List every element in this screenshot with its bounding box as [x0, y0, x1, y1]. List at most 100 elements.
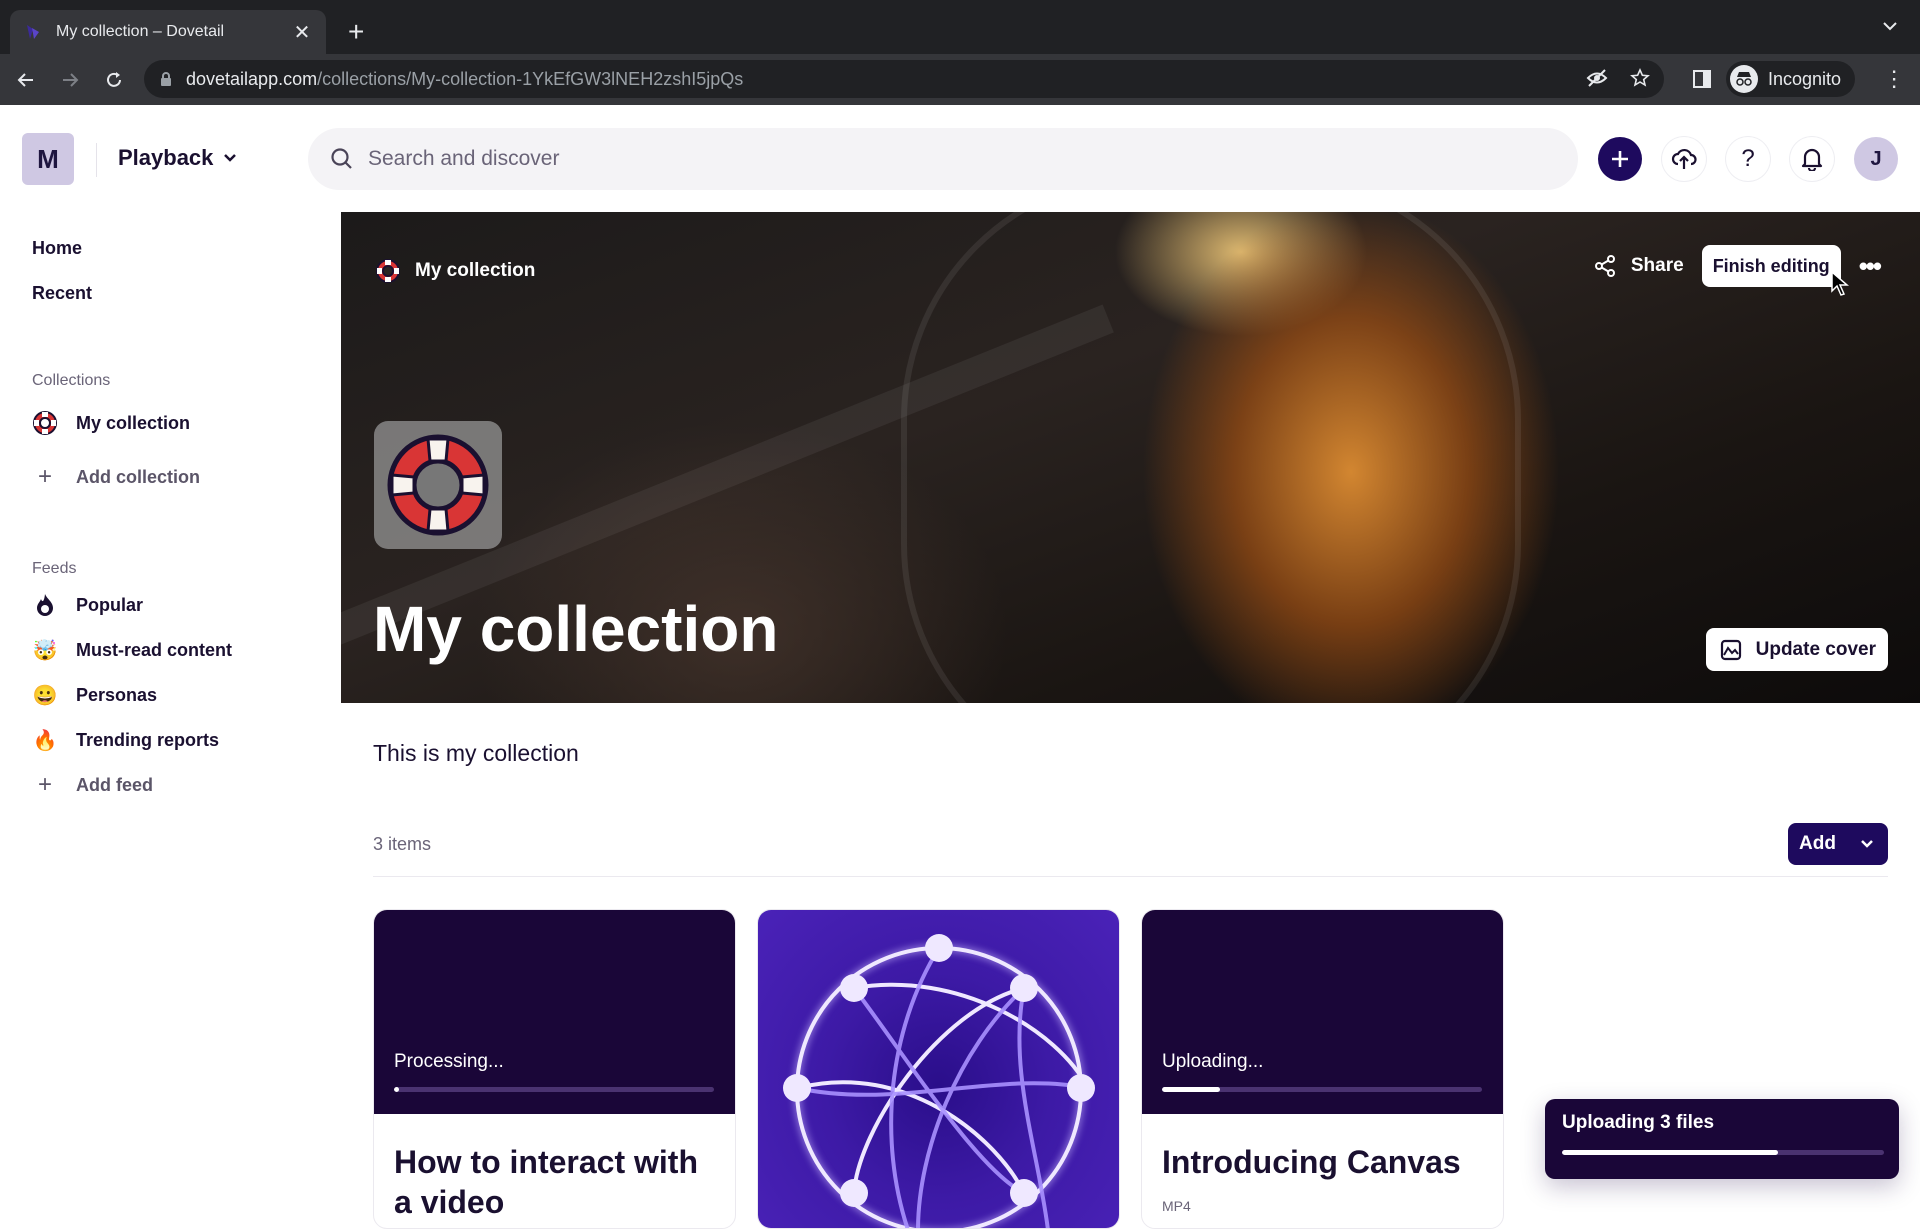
collection-description[interactable]: This is my collection [373, 740, 579, 767]
dovetail-favicon-icon [27, 25, 39, 39]
search-icon [331, 148, 352, 169]
flame-outline-icon [32, 592, 58, 618]
cloud-upload-icon [1671, 148, 1697, 169]
address-bar[interactable]: dovetailapp.com/collections/My-collectio… [144, 60, 1664, 98]
user-avatar[interactable]: J [1854, 137, 1898, 181]
search-input[interactable] [368, 147, 1268, 171]
question-mark-icon: ? [1741, 145, 1755, 172]
reload-icon [107, 71, 121, 87]
sidebar-item-recent[interactable]: Recent [32, 283, 92, 304]
workspace-avatar[interactable]: M [22, 133, 74, 185]
search-bar[interactable] [308, 128, 1578, 190]
tab-close-icon[interactable]: ✕ [292, 20, 312, 45]
workspace-name: Playback [118, 145, 214, 170]
create-button[interactable] [1598, 137, 1642, 181]
plus-icon: + [37, 463, 52, 490]
collection-item-card[interactable]: Uploading... Introducing Canvas MP4 [1141, 909, 1504, 1229]
add-feed-button[interactable]: + Add feed [32, 771, 153, 798]
header-divider [96, 143, 97, 177]
card-title: How to interact with a video [394, 1144, 698, 1220]
card-file-type: MP4 [1162, 1198, 1191, 1214]
back-arrow-icon [17, 72, 33, 87]
add-collection-button[interactable]: + Add collection [32, 463, 201, 490]
sidebar-item-trending-reports[interactable]: 🔥 Trending reports [32, 727, 219, 753]
sidebar-item-label: Home [32, 238, 83, 258]
network-sphere-icon [783, 934, 1095, 1228]
card-thumbnail: Uploading... [1142, 910, 1503, 1114]
card-progress-fill [1162, 1087, 1220, 1092]
fire-emoji-icon: 🔥 [32, 729, 58, 752]
finish-editing-button[interactable]: Finish editing [1701, 245, 1841, 287]
app-header: M Playback ? J [0, 105, 1920, 212]
upload-toast-title: Uploading 3 files [1562, 1112, 1715, 1133]
collection-icon[interactable] [374, 421, 502, 549]
sidebar-item-label: Personas [76, 684, 158, 705]
bookmark-star-icon[interactable] [1630, 68, 1650, 88]
workspace-switcher[interactable]: Playback [118, 145, 237, 171]
incognito-profile-button[interactable]: Incognito [1726, 61, 1856, 97]
sidebar: Home Recent Collections My collection + … [0, 212, 340, 1200]
collection-item-card[interactable]: Processing... How to interact with a vid… [373, 909, 736, 1229]
incognito-icon [1730, 65, 1758, 93]
notifications-button[interactable] [1790, 137, 1834, 181]
browser-menu-icon[interactable]: ⋮ [1883, 66, 1905, 92]
sidebar-item-personas[interactable]: 😀 Personas [32, 682, 158, 708]
sidebar-item-label: Recent [32, 283, 93, 303]
url-path: /collections/My-collection-1YkEfGW3lNEH2… [317, 68, 744, 89]
url-host: dovetailapp.com [186, 68, 318, 89]
share-button[interactable]: Share [1593, 254, 1684, 278]
back-button[interactable] [8, 62, 44, 98]
upload-toast[interactable]: Uploading 3 files [1545, 1099, 1899, 1179]
section-divider [373, 876, 1888, 877]
collections-heading: Collections [32, 372, 111, 389]
more-options-icon[interactable]: ••• [1859, 251, 1882, 282]
collection-title[interactable]: My collection [373, 592, 778, 666]
card-thumbnail: Processing... [374, 910, 735, 1114]
lifebuoy-icon [387, 434, 489, 536]
upload-button[interactable] [1662, 137, 1706, 181]
forward-arrow-icon [63, 72, 79, 87]
sidebar-item-popular[interactable]: Popular [32, 592, 143, 618]
share-label: Share [1630, 255, 1684, 276]
sidebar-item-must-read[interactable]: 🤯 Must-read content [32, 637, 232, 663]
breadcrumb[interactable]: My collection [375, 258, 535, 284]
add-button[interactable]: Add [1788, 823, 1888, 865]
add-label: Add [1799, 833, 1836, 854]
side-panel-icon[interactable] [1692, 69, 1712, 89]
add-collection-label: Add collection [76, 466, 201, 487]
mouse-cursor-icon [1831, 271, 1849, 296]
reload-button[interactable] [96, 62, 132, 98]
upload-progress-bar [1562, 1150, 1884, 1155]
chevron-down-icon [224, 154, 237, 162]
update-cover-button[interactable]: Update cover [1705, 628, 1888, 671]
update-cover-label: Update cover [1755, 638, 1876, 660]
lifebuoy-icon [32, 410, 58, 436]
sidebar-item-label: Popular [76, 594, 144, 615]
plus-icon [1612, 151, 1628, 167]
sidebar-item-label: My collection [76, 412, 191, 433]
card-title: Introducing Canvas [1162, 1144, 1461, 1180]
sidebar-item-label: Must-read content [76, 639, 233, 660]
card-progress-bar [1162, 1087, 1482, 1092]
tab-search-chevron-icon[interactable] [1882, 20, 1898, 32]
forward-button[interactable] [52, 62, 88, 98]
feeds-heading: Feeds [32, 560, 77, 577]
collection-item-card[interactable] [757, 909, 1120, 1229]
browser-toolbar: dovetailapp.com/collections/My-collectio… [0, 54, 1920, 105]
browser-tab-bar: My collection – Dovetail ✕ + [0, 0, 1920, 54]
new-tab-button[interactable]: + [348, 18, 364, 46]
eye-off-icon[interactable] [1586, 68, 1608, 88]
browser-tab[interactable]: My collection – Dovetail ✕ [10, 10, 326, 54]
sidebar-item-home[interactable]: Home [32, 238, 82, 259]
card-progress-fill [394, 1087, 399, 1092]
tab-title: My collection – Dovetail [56, 23, 225, 40]
image-icon [1720, 639, 1741, 660]
sidebar-item-my-collection[interactable]: My collection [32, 410, 190, 436]
upload-progress-fill [1562, 1150, 1778, 1155]
profile-label: Incognito [1768, 68, 1842, 89]
cover-image-glass [901, 212, 1521, 703]
help-button[interactable]: ? [1726, 137, 1770, 181]
bell-icon [1801, 148, 1823, 171]
lifebuoy-icon [376, 259, 400, 283]
lock-icon [161, 72, 171, 86]
